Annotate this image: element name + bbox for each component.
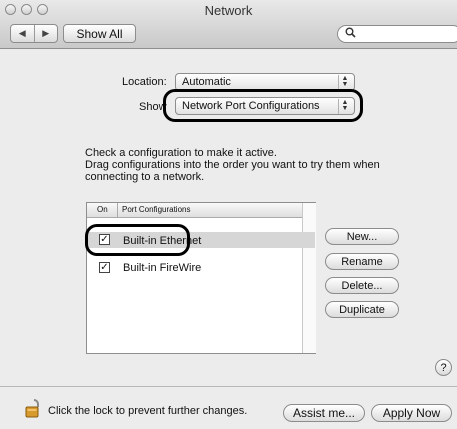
duplicate-button[interactable]: Duplicate [325,301,399,318]
back-arrow-icon: ◀ [18,28,26,38]
show-all-button[interactable]: Show All [63,24,136,43]
enable-checkbox-firewire[interactable]: ✓ [99,262,110,273]
back-forward-control: ◀ ▶ [10,24,58,43]
highlight-outline-ethernet [85,224,190,256]
lock-message: Click the lock to prevent further change… [48,405,248,417]
location-label: Location: [122,76,167,88]
highlight-outline-show [163,89,363,122]
forward-button[interactable]: ▶ [33,25,58,42]
help-button[interactable]: ? [435,359,452,376]
instructions-line: connecting to a network. [85,171,205,183]
forward-arrow-icon: ▶ [42,28,50,38]
window-title: Network [204,3,253,18]
column-header-on[interactable]: On [97,205,108,214]
help-icon: ? [440,361,447,374]
footer-divider [0,386,457,387]
lock-icon[interactable] [25,398,43,418]
new-button[interactable]: New... [325,228,399,245]
back-button[interactable]: ◀ [11,25,34,42]
instructions-line: Check a configuration to make it active. [85,147,277,159]
rename-button[interactable]: Rename [325,253,399,270]
column-header-port-configurations[interactable]: Port Configurations [122,205,190,214]
location-value: Automatic [182,76,231,88]
assist-me-button[interactable]: Assist me... [283,404,365,422]
search-field[interactable] [337,25,457,43]
delete-button[interactable]: Delete... [325,277,399,294]
instructions-text: Check a configuration to make it active.… [85,147,405,183]
popup-arrows-icon: ▲ ▼ [338,75,351,90]
list-scrollbar[interactable] [302,203,316,353]
list-header: On Port Configurations [87,203,315,218]
apply-now-button[interactable]: Apply Now [371,404,452,422]
magnifier-icon [345,27,356,38]
column-divider [117,203,118,217]
instructions-line: Drag configurations into the order you w… [85,159,380,171]
list-item-label: Built-in FireWire [123,262,202,274]
